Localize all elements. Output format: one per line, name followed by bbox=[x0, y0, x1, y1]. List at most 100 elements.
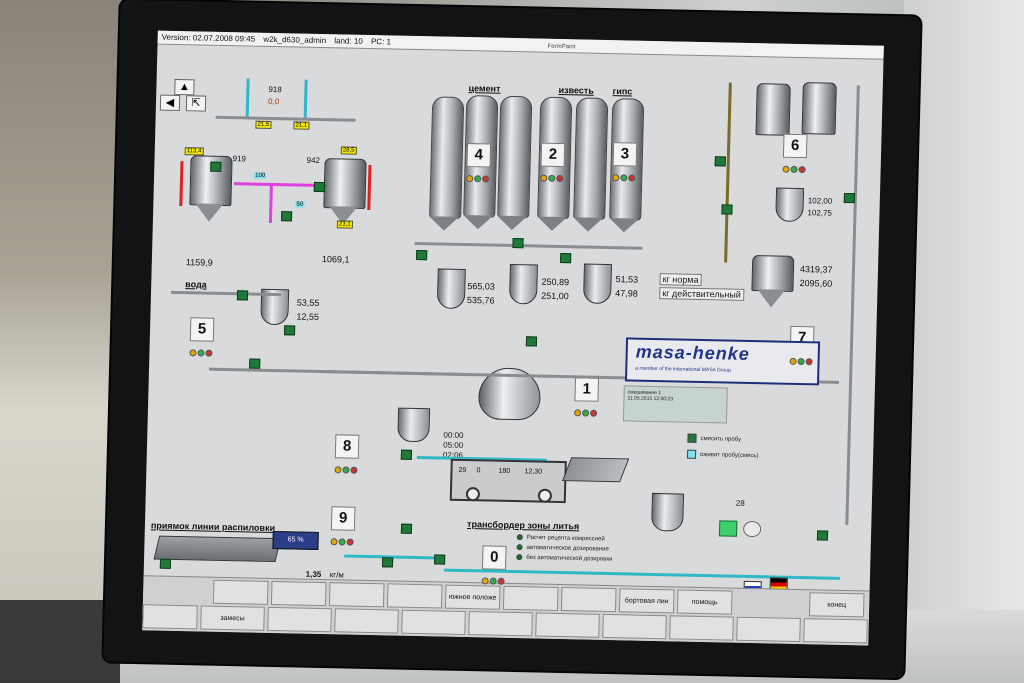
right-mix-tank[interactable] bbox=[323, 158, 367, 209]
lime-actual: 250,89 bbox=[541, 276, 570, 288]
right-mixer-cone bbox=[756, 289, 786, 308]
section-box-4[interactable]: 4 bbox=[466, 143, 492, 168]
section-box-2[interactable]: 2 bbox=[540, 142, 566, 168]
status-lights bbox=[612, 168, 636, 182]
right-mixer[interactable] bbox=[751, 255, 795, 292]
arrow-up-icon[interactable]: ▲ bbox=[174, 78, 195, 96]
feed-value-0: 0,0 bbox=[267, 96, 280, 107]
fkey-top-6[interactable] bbox=[502, 585, 559, 611]
legend-mix-sample: смесить пробу bbox=[687, 433, 741, 444]
section-box-9[interactable]: 9 bbox=[330, 506, 356, 531]
fkey-bottom-1[interactable] bbox=[142, 604, 198, 630]
kg-norm-label: кг норма bbox=[659, 273, 702, 286]
fkey-bottom-3[interactable] bbox=[267, 606, 332, 633]
saw-blue-block: 65 % bbox=[272, 530, 319, 550]
section-box-8[interactable]: 8 bbox=[334, 434, 360, 459]
status-bar: Version: 02.07.2008 09:45 w2k_d630_admin… bbox=[157, 30, 884, 60]
section-box-6[interactable]: 6 bbox=[782, 133, 808, 159]
silo-5[interactable] bbox=[573, 97, 609, 220]
lime-label: известь bbox=[558, 84, 594, 96]
transborder-truck[interactable]: 29 0 180 12,30 bbox=[449, 458, 567, 504]
right-value-102: 102,00 bbox=[807, 196, 833, 206]
pc-label: PC: 1 bbox=[370, 37, 392, 47]
section-box-5[interactable]: 5 bbox=[189, 317, 215, 342]
left-tank-cone bbox=[194, 203, 224, 222]
stop-button[interactable] bbox=[742, 520, 762, 538]
cement-actual: 565,03 bbox=[467, 281, 496, 292]
fkey-top-3[interactable] bbox=[328, 582, 385, 608]
user-label: w2k_d630_admin bbox=[263, 34, 327, 46]
right-value-102-75: 102,75 bbox=[807, 208, 833, 218]
fkey-exit[interactable]: конец bbox=[808, 592, 865, 618]
status-lights bbox=[574, 403, 598, 417]
fkey-bottom-7[interactable] bbox=[535, 612, 600, 638]
status-lights bbox=[189, 343, 214, 357]
feed-value-918: 918 bbox=[268, 84, 282, 95]
version-label: Version: 02.07.2008 09:45 bbox=[161, 32, 256, 44]
fkey-top-2[interactable] bbox=[270, 580, 327, 607]
conveyor-unit: кг/м bbox=[329, 570, 344, 580]
casting-hopper[interactable] bbox=[651, 492, 685, 532]
right-tank-weight: 1069,1 bbox=[321, 254, 350, 265]
fkey-south-position[interactable]: южное положе bbox=[444, 584, 501, 610]
start-button[interactable] bbox=[718, 520, 738, 537]
time-2: 05:00 bbox=[443, 440, 464, 450]
right-silo-a[interactable] bbox=[755, 83, 791, 136]
fkey-help[interactable]: помощь bbox=[676, 589, 733, 615]
gypsum-scale[interactable] bbox=[582, 263, 613, 305]
fkey-top-1[interactable] bbox=[212, 579, 269, 605]
water-actual: 53,55 bbox=[296, 297, 320, 308]
legend-revive-sample: оживит пробу(смесь) bbox=[686, 449, 759, 460]
fkey-side-line[interactable]: бортовая лин bbox=[618, 588, 675, 614]
time-1: 00:00 bbox=[443, 430, 464, 440]
fkey-bottom-9[interactable] bbox=[669, 615, 734, 641]
right-silo-b[interactable] bbox=[801, 82, 837, 135]
right-value-2095: 2095,60 bbox=[799, 278, 833, 289]
dosing-hopper[interactable] bbox=[397, 407, 431, 443]
cement-label: цемент bbox=[468, 83, 501, 94]
fkey-top-7[interactable] bbox=[560, 587, 617, 613]
fkey-bottom-10[interactable] bbox=[736, 616, 801, 643]
right-value-4319: 4319,37 bbox=[799, 264, 833, 275]
section-box-3[interactable]: 3 bbox=[612, 142, 638, 167]
water-label: вода bbox=[185, 279, 207, 290]
section-box-0[interactable]: 0 bbox=[481, 545, 507, 570]
monitor: Version: 02.07.2008 09:45 w2k_d630_admin… bbox=[103, 0, 921, 679]
right-scale[interactable] bbox=[775, 187, 805, 223]
fkey-batches[interactable]: замесы bbox=[200, 605, 265, 631]
background-wall bbox=[904, 0, 1024, 683]
fkey-bottom-4[interactable] bbox=[334, 608, 399, 634]
silo-3[interactable] bbox=[497, 95, 533, 219]
lime-scale[interactable] bbox=[508, 263, 538, 305]
kg-actual-label: кг действительный bbox=[659, 287, 745, 301]
cement-scale[interactable] bbox=[436, 268, 466, 310]
arrow-left-icon[interactable]: ◀ bbox=[159, 94, 181, 112]
status-lights bbox=[330, 532, 355, 546]
gypsum-target: 47,98 bbox=[615, 288, 638, 299]
section-box-1[interactable]: 1 bbox=[574, 377, 600, 402]
gypsum-label: гипс bbox=[612, 86, 633, 97]
silo-1[interactable] bbox=[429, 96, 465, 219]
fkey-bottom-11[interactable] bbox=[803, 618, 868, 644]
status-lights bbox=[540, 169, 564, 183]
dosing-value-28: 28 bbox=[735, 498, 745, 508]
fkey-top-4[interactable] bbox=[386, 583, 443, 609]
form-title: FormPaint bbox=[547, 43, 576, 51]
status-lights bbox=[789, 352, 814, 366]
fkey-bottom-6[interactable] bbox=[468, 611, 533, 637]
conveyor-speed: 1,35 bbox=[305, 569, 322, 580]
status-lights bbox=[481, 571, 506, 585]
left-tank-weight: 1159,9 bbox=[185, 257, 213, 268]
scada-screen: Version: 02.07.2008 09:45 w2k_d630_admin… bbox=[142, 30, 884, 646]
fkey-bottom-8[interactable] bbox=[602, 613, 667, 640]
saw-pit[interactable] bbox=[153, 535, 282, 563]
cement-target: 535,76 bbox=[466, 295, 495, 306]
fkey-bottom-5[interactable] bbox=[401, 609, 466, 636]
cursor-icon[interactable]: ⇱ bbox=[185, 95, 207, 112]
lime-target: 251,00 bbox=[541, 290, 569, 302]
water-target: 12,55 bbox=[296, 311, 320, 322]
status-lights bbox=[782, 160, 807, 174]
transborder-ramp bbox=[561, 457, 630, 483]
transborder-label: трансбордер зоны литья bbox=[466, 519, 580, 532]
mix-info-box: смешивание 1 11.05.2015 12:00:23 bbox=[622, 385, 728, 424]
